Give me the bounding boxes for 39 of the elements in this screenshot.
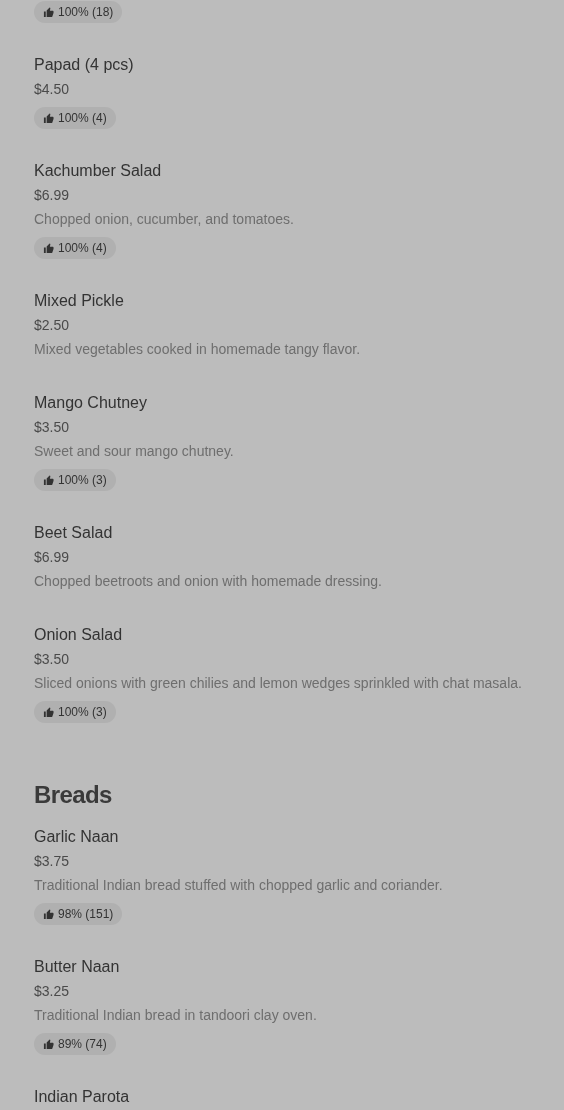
item-name: Indian Parota (34, 1087, 130, 1107)
thumbs-up-icon (43, 1038, 54, 1050)
item-description: Traditional Indian bread in tandoori clay oven. (34, 1006, 317, 1025)
item-name: Onion Salad (34, 625, 123, 645)
item-name: Kachumber Salad (34, 161, 162, 181)
item-description: Traditional Indian bread stuffed with chopped garlic and coriander. (34, 876, 443, 895)
item-price: $2.50 (34, 316, 70, 335)
item-description: Sliced onions with green chilies and lemon wedges sprinkled with chat masala. (34, 674, 522, 693)
item-description: Chopped onion, cucumber, and tomatoes. (34, 210, 294, 229)
item-name: Garlic Naan (34, 827, 119, 847)
item-name: Beet Salad (34, 523, 113, 543)
thumbs-up-icon (43, 474, 54, 486)
rating-text: 100% (3) (58, 472, 107, 489)
item-description: Chopped beetroots and onion with homemade dressing. (34, 572, 382, 591)
item-price: $3.50 (34, 418, 70, 437)
item-price: $3.75 (34, 852, 70, 871)
item-name: Mango Chutney (34, 393, 147, 413)
item-price: $3.25 (34, 982, 70, 1001)
item-name: Butter Naan (34, 957, 120, 977)
thumbs-up-icon (43, 6, 54, 18)
item-name: Mixed Pickle (34, 291, 124, 311)
item-price: $3.50 (34, 650, 70, 669)
rating-text: 100% (4) (58, 240, 107, 257)
rating-text: 100% (4) (58, 110, 107, 127)
rating-text: 89% (74) (58, 1036, 107, 1053)
item-price: $6.99 (34, 548, 70, 567)
rating-text: 100% (18) (58, 4, 114, 21)
item-price: $6.99 (34, 186, 70, 205)
rating-text: 100% (3) (58, 704, 107, 721)
section-heading: Breads (34, 780, 113, 810)
item-price: $4.50 (34, 80, 70, 99)
item-description: Sweet and sour mango chutney. (34, 442, 234, 461)
thumbs-up-icon (43, 112, 54, 124)
thumbs-up-icon (43, 908, 54, 920)
item-description: Mixed vegetables cooked in homemade tangy flavor. (34, 340, 361, 359)
thumbs-up-icon (43, 706, 54, 718)
rating-text: 98% (151) (58, 906, 114, 923)
thumbs-up-icon (43, 242, 54, 254)
item-name: Papad (4 pcs) (34, 55, 134, 75)
